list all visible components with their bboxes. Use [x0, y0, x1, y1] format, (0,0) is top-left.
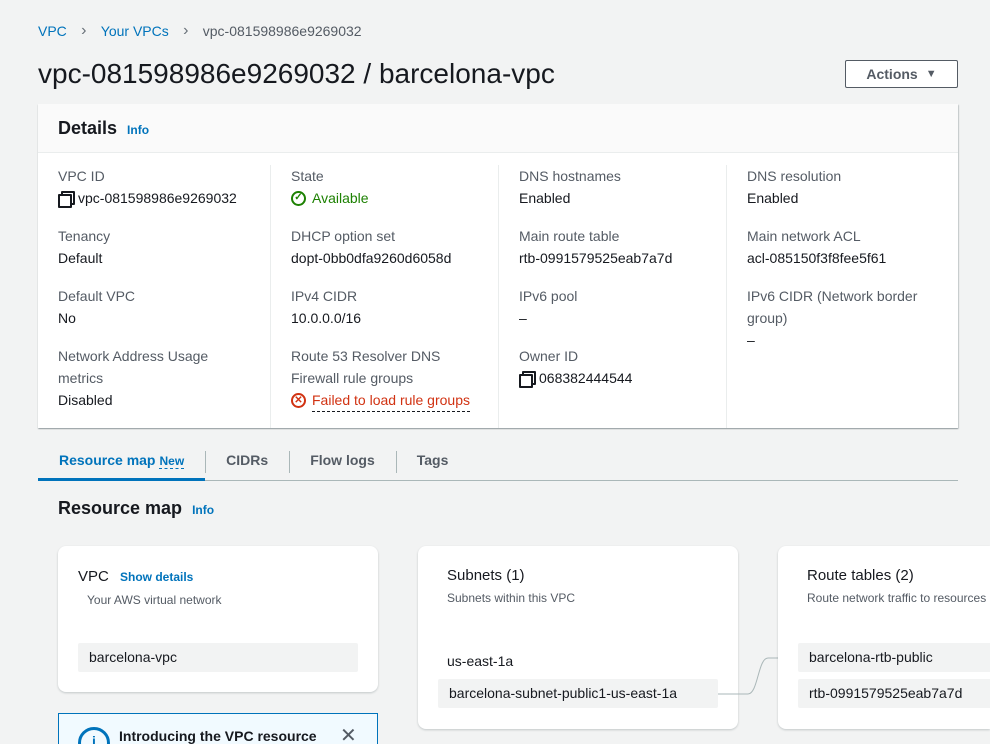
dhcp-link[interactable]: dopt-0bb0dfa9260d6058d — [291, 247, 478, 269]
nau-label: Network Address Usage metrics — [58, 348, 209, 386]
info-icon: i — [78, 727, 110, 744]
tenancy-value: Default — [58, 250, 103, 266]
tenancy-label: Tenancy — [58, 228, 111, 244]
main-route-table-field: Main route table rtb-0991579525eab7a7d — [519, 225, 706, 269]
owner-id-field: Owner ID 068382444544 — [519, 345, 706, 389]
details-panel: Details Info VPC ID vpc-081598986e926903… — [38, 104, 958, 428]
breadcrumb-your-vpcs-link[interactable]: Your VPCs — [101, 23, 169, 39]
details-info-link[interactable]: Info — [127, 123, 149, 137]
tab-resource-map[interactable]: Resource map New — [38, 444, 206, 481]
tab-tags[interactable]: Tags — [395, 444, 470, 476]
vpc-id-label: VPC ID — [58, 168, 105, 184]
ipv6-cidr-field: IPv6 CIDR (Network border group) – — [747, 285, 934, 351]
ipv4-field: IPv4 CIDR 10.0.0.0/16 — [291, 285, 478, 329]
new-badge: New — [159, 454, 185, 469]
copy-icon[interactable] — [519, 371, 536, 388]
default-vpc-value: No — [58, 310, 76, 326]
vpc-card-subtitle: Your AWS virtual network — [87, 593, 222, 607]
details-column-3: DNS hostnames Enabled Main route table r… — [498, 165, 726, 428]
close-icon[interactable]: ✕ — [340, 726, 357, 744]
tab-flow-logs[interactable]: Flow logs — [289, 444, 396, 476]
resource-map-info-link[interactable]: Info — [192, 503, 214, 517]
state-value: Available — [312, 190, 369, 206]
details-title: Details — [58, 118, 118, 138]
actions-button[interactable]: Actions ▼ — [845, 60, 958, 88]
resource-map-heading: Resource map Info — [58, 498, 214, 519]
route-tables-card-subtitle: Route network traffic to resources — [807, 591, 987, 605]
dns-resolution-field: DNS resolution Enabled — [747, 165, 934, 209]
tab-resource-map-label: Resource map — [59, 452, 156, 468]
tab-bar: Resource map New CIDRs Flow logs Tags — [38, 444, 958, 481]
vpc-card-title: VPC — [78, 568, 109, 585]
dns-hostnames-value: Enabled — [519, 190, 571, 206]
actions-button-label: Actions — [866, 66, 918, 82]
owner-id-label: Owner ID — [519, 348, 579, 364]
route-table-item[interactable]: rtb-0991579525eab7a7d — [798, 679, 990, 708]
ipv6-cidr-label: IPv6 CIDR (Network border group) — [747, 288, 918, 326]
route-tables-card: Route tables (2) Route network traffic t… — [778, 546, 990, 729]
copy-icon[interactable] — [58, 191, 75, 208]
show-details-link[interactable]: Show details — [120, 570, 193, 584]
breadcrumb-vpc-link[interactable]: VPC — [38, 23, 67, 39]
main-acl-link[interactable]: acl-085150f3f8fee5f61 — [747, 247, 934, 269]
chevron-right-icon: › — [81, 22, 87, 39]
details-column-1: VPC ID vpc-081598986e9269032 Tenancy Def… — [38, 165, 270, 428]
intro-banner-text: Introducing the VPC resource — [119, 728, 317, 744]
dhcp-field: DHCP option set dopt-0bb0dfa9260d6058d — [291, 225, 478, 269]
ipv6-pool-value: – — [519, 310, 527, 326]
default-vpc-label: Default VPC — [58, 288, 136, 304]
breadcrumb: VPC › Your VPCs › vpc-081598986e9269032 — [38, 22, 362, 40]
tenancy-field: Tenancy Default — [58, 225, 250, 269]
dns-resolution-value: Enabled — [747, 190, 799, 206]
breadcrumb-current: vpc-081598986e9269032 — [202, 23, 362, 39]
state-field: State ✓ Available — [291, 165, 478, 209]
details-column-2: State ✓ Available DHCP option set dopt-0b… — [270, 165, 498, 428]
check-circle-icon: ✓ — [291, 190, 306, 206]
availability-zone-label: us-east-1a — [447, 653, 514, 669]
chevron-right-icon: › — [183, 22, 189, 39]
dns-hostnames-field: DNS hostnames Enabled — [519, 165, 706, 209]
main-acl-label: Main network ACL — [747, 228, 861, 244]
vpc-card: VPC Show details Your AWS virtual networ… — [58, 546, 378, 692]
subnets-card-subtitle: Subnets within this VPC — [447, 591, 576, 605]
ipv6-pool-label: IPv6 pool — [519, 288, 578, 304]
resource-map-title: Resource map — [58, 498, 183, 518]
main-acl-field: Main network ACL acl-085150f3f8fee5f61 — [747, 225, 934, 269]
main-route-table-link[interactable]: rtb-0991579525eab7a7d — [519, 247, 706, 269]
error-circle-icon: ✕ — [291, 393, 306, 408]
main-route-table-label: Main route table — [519, 228, 620, 244]
vpc-id-value: vpc-081598986e9269032 — [78, 190, 237, 206]
state-label: State — [291, 168, 324, 184]
ipv6-pool-field: IPv6 pool – — [519, 285, 706, 329]
nau-value: Disabled — [58, 392, 113, 408]
route-tables-card-title: Route tables (2) — [807, 567, 914, 584]
r53-error[interactable]: Failed to load rule groups — [312, 389, 470, 412]
vpc-id-field: VPC ID vpc-081598986e9269032 — [58, 165, 250, 209]
r53-field: Route 53 Resolver DNS Firewall rule grou… — [291, 345, 478, 412]
details-header: Details Info — [38, 104, 958, 153]
subnet-item[interactable]: barcelona-subnet-public1-us-east-1a — [438, 679, 718, 708]
caret-down-icon: ▼ — [925, 68, 937, 80]
details-columns: VPC ID vpc-081598986e9269032 Tenancy Def… — [38, 153, 958, 428]
default-vpc-field: Default VPC No — [58, 285, 250, 329]
ipv4-label: IPv4 CIDR — [291, 288, 358, 304]
ipv6-cidr-value: – — [747, 332, 755, 348]
dns-hostnames-label: DNS hostnames — [519, 168, 621, 184]
intro-banner: i Introducing the VPC resource ✕ — [58, 713, 378, 744]
dns-resolution-label: DNS resolution — [747, 168, 842, 184]
details-column-4: DNS resolution Enabled Main network ACL … — [726, 165, 954, 428]
subnets-card-title: Subnets (1) — [447, 567, 525, 584]
r53-label: Route 53 Resolver DNS Firewall rule grou… — [291, 348, 441, 386]
ipv4-value: 10.0.0.0/16 — [291, 310, 362, 326]
nau-field: Network Address Usage metrics Disabled — [58, 345, 250, 411]
owner-id-value: 068382444544 — [539, 370, 633, 386]
route-table-item[interactable]: barcelona-rtb-public — [798, 643, 990, 672]
tab-cidrs[interactable]: CIDRs — [205, 444, 289, 476]
subnets-card: Subnets (1) Subnets within this VPC us-e… — [418, 546, 738, 729]
dhcp-label: DHCP option set — [291, 228, 396, 244]
vpc-item[interactable]: barcelona-vpc — [78, 643, 358, 672]
page-title: vpc-081598986e9269032 / barcelona-vpc — [38, 58, 555, 89]
